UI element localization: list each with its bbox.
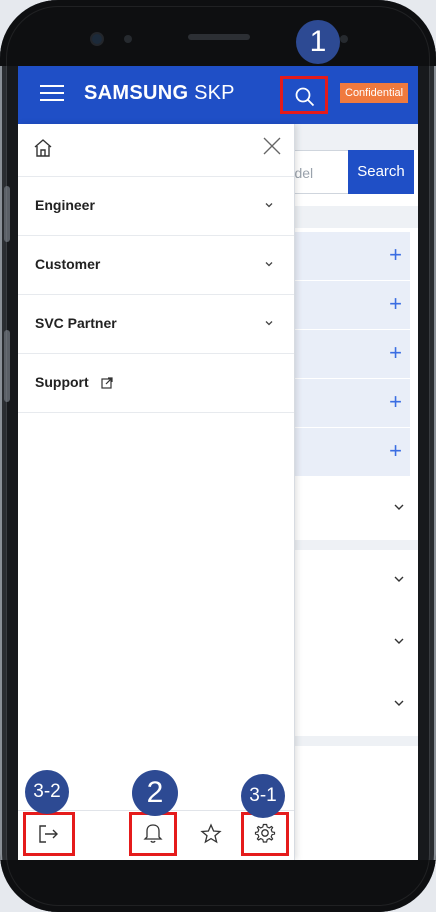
menu-item-label-wrap: Support: [35, 374, 113, 390]
phone-frame: SAMSUNG SKP Confidential model Search + …: [0, 0, 436, 912]
section-divider: [280, 736, 418, 746]
chevron-down-icon: [265, 321, 273, 326]
drawer-footer: [18, 810, 294, 860]
menu-item-label: Engineer: [35, 197, 95, 213]
menu-item-label: Support: [35, 374, 89, 390]
accordion-row[interactable]: [280, 674, 418, 737]
plus-icon: +: [389, 389, 402, 414]
confidential-badge: Confidential: [340, 83, 409, 103]
accordion-row[interactable]: [280, 478, 418, 541]
accordion-row[interactable]: [280, 550, 418, 613]
chevron-down-icon: [265, 262, 273, 267]
chevron-down-icon: [394, 700, 404, 706]
brand-samsung: SAMSUNG: [84, 82, 189, 104]
close-icon[interactable]: [262, 136, 282, 156]
external-link-icon: [100, 377, 113, 389]
menu-item-label: Customer: [35, 256, 101, 272]
home-icon[interactable]: [33, 138, 53, 158]
header-search-button[interactable]: [280, 76, 328, 114]
bell-icon[interactable]: [143, 822, 163, 844]
star-icon[interactable]: [200, 823, 222, 845]
volume-button: [4, 186, 10, 242]
light-sensor: [340, 35, 348, 43]
brand-logo: SAMSUNG SKP: [84, 82, 235, 105]
screen: SAMSUNG SKP Confidential model Search + …: [18, 66, 418, 860]
plus-icon: +: [389, 291, 402, 316]
section-divider: [280, 540, 418, 550]
list-row[interactable]: +: [280, 330, 410, 379]
brand-skp: SKP: [194, 82, 235, 104]
menu-item-label: SVC Partner: [35, 315, 117, 331]
callout-3-2: 3-2: [25, 770, 69, 814]
accordion-row[interactable]: [280, 612, 418, 675]
hamburger-menu-icon[interactable]: [40, 83, 64, 103]
list-row[interactable]: +: [280, 281, 410, 330]
menu-item-customer[interactable]: Customer: [18, 236, 294, 295]
menu-item-support[interactable]: Support: [18, 354, 294, 413]
plus-icon: +: [389, 340, 402, 365]
app-header: SAMSUNG SKP Confidential: [18, 66, 418, 124]
logout-icon[interactable]: [38, 824, 60, 844]
search-button[interactable]: Search: [348, 150, 414, 194]
bixby-button: [4, 330, 10, 402]
proximity-sensor: [124, 35, 132, 43]
menu-item-svc-partner[interactable]: SVC Partner: [18, 295, 294, 354]
drawer-header: [18, 124, 294, 177]
menu-item-engineer[interactable]: Engineer: [18, 177, 294, 236]
side-drawer: Engineer Customer SVC Partner Support: [18, 124, 295, 860]
chevron-down-icon: [394, 638, 404, 644]
callout-2: 2: [132, 770, 178, 816]
list-row[interactable]: +: [280, 379, 410, 428]
chevron-down-icon: [394, 576, 404, 582]
chevron-down-icon: [394, 504, 404, 510]
gear-icon[interactable]: [254, 822, 276, 844]
plus-icon: +: [389, 242, 402, 267]
plus-icon: +: [389, 438, 402, 463]
earpiece-speaker: [188, 34, 250, 40]
top-bezel: [0, 0, 436, 66]
front-camera: [92, 34, 102, 44]
chevron-down-icon: [265, 203, 273, 208]
list-row[interactable]: +: [280, 428, 410, 477]
list-row[interactable]: +: [280, 232, 410, 281]
search-icon: [295, 87, 315, 107]
callout-1: 1: [296, 20, 340, 64]
bottom-bezel: [0, 860, 436, 912]
callout-3-1: 3-1: [241, 774, 285, 818]
